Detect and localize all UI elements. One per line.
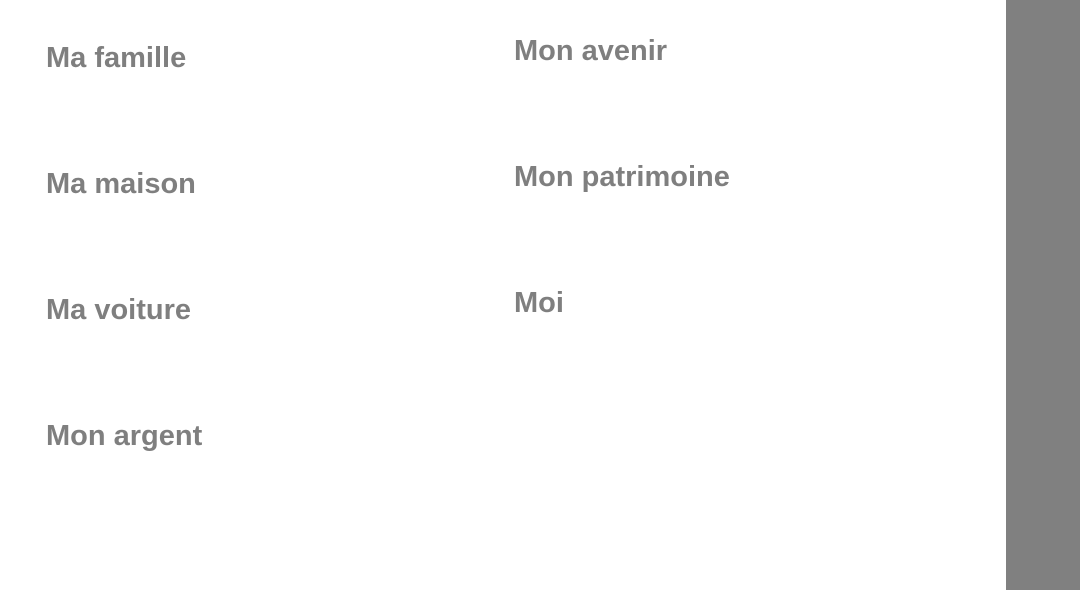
menu-page: Ma famille Ma maison Ma voiture Mon arge…	[0, 0, 1080, 590]
menu-item-moi[interactable]: Moi	[514, 285, 564, 321]
menu-item-ma-famille[interactable]: Ma famille	[46, 40, 186, 76]
menu-item-ma-maison[interactable]: Ma maison	[46, 166, 196, 202]
side-panel	[1006, 0, 1080, 590]
menu-item-mon-avenir[interactable]: Mon avenir	[514, 33, 667, 69]
menu-item-mon-patrimoine[interactable]: Mon patrimoine	[514, 159, 730, 195]
menu-item-ma-voiture[interactable]: Ma voiture	[46, 292, 191, 328]
menu-item-mon-argent[interactable]: Mon argent	[46, 418, 202, 454]
